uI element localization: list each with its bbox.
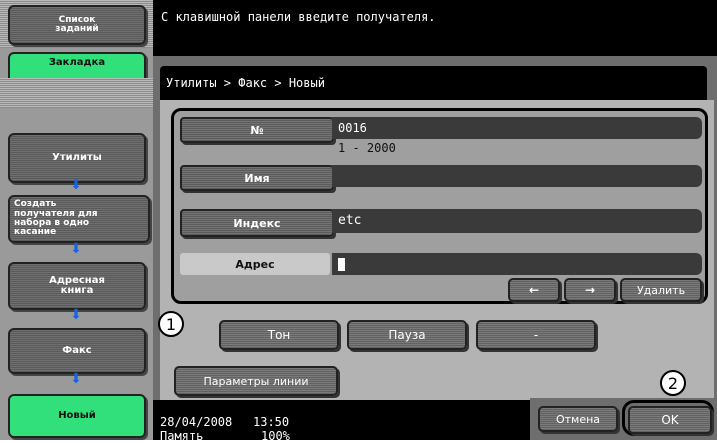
right-arrow-icon: →	[584, 283, 596, 297]
delete-label: Удалить	[636, 283, 686, 297]
tone-label: Тон	[267, 328, 291, 342]
pause-label: Пауза	[388, 328, 426, 342]
cursor-left-button[interactable]: ←	[508, 278, 560, 302]
sidebar-item-label: Адресная книга	[49, 274, 105, 296]
sidebar-item-address-book[interactable]: Адресная книга	[8, 262, 146, 310]
ok-label: OK	[661, 413, 679, 427]
memory-value: 100%	[261, 429, 290, 443]
callout-2-label: 2	[667, 373, 679, 393]
number-value: 0016	[338, 121, 367, 135]
index-label: Индекс	[233, 216, 281, 230]
name-field[interactable]	[332, 165, 702, 187]
line-settings-label: Параметры линии	[203, 374, 309, 388]
number-field: 0016	[332, 117, 702, 139]
pause-button[interactable]: Пауза	[347, 320, 467, 350]
time-text: 13:50	[253, 415, 290, 429]
bookmark-label: Закладка	[48, 57, 106, 68]
job-list-label: Список заданий	[55, 14, 99, 34]
cancel-label: Отмена	[555, 412, 601, 426]
sidebar-item-utilities[interactable]: Утилиты	[8, 133, 146, 183]
dash-label: -	[533, 328, 539, 342]
entry-form: № 0016 1 - 2000 Имя Индекс etc Адрес ← →…	[171, 108, 708, 304]
job-list-button[interactable]: Список заданий	[8, 5, 146, 45]
cursor-right-button[interactable]: →	[564, 278, 616, 302]
down-arrow-icon: ⬇	[70, 177, 82, 193]
index-value: etc	[338, 213, 362, 228]
delete-button[interactable]: Удалить	[620, 278, 702, 302]
address-label: Адрес	[235, 257, 275, 271]
sidebar-item-label: Создать получателя для набора в одно кас…	[14, 199, 98, 238]
tone-button[interactable]: Тон	[219, 320, 339, 350]
left-separator	[0, 78, 153, 108]
callout-1: 1	[158, 311, 184, 337]
dash-button[interactable]: -	[476, 320, 596, 350]
number-range: 1 - 2000	[338, 141, 396, 155]
number-button[interactable]: №	[180, 117, 334, 143]
down-arrow-icon: ⬇	[70, 371, 82, 387]
sidebar-item-label: Утилиты	[52, 151, 102, 163]
down-arrow-icon: ⬇	[70, 241, 82, 257]
name-button[interactable]: Имя	[180, 165, 334, 191]
number-label: №	[250, 123, 264, 137]
breadcrumb: Утилиты > Факс > Новый	[160, 66, 707, 100]
callout-2: 2	[660, 370, 686, 396]
callout-1-label: 1	[165, 314, 177, 334]
instruction-text: С клавишной панели введите получателя.	[161, 10, 436, 24]
date-text: 28/04/2008	[160, 415, 233, 429]
sidebar-item-fax[interactable]: Факс	[8, 328, 146, 374]
address-field[interactable]	[332, 253, 702, 275]
sidebar-item-label: Новый	[58, 409, 96, 421]
sidebar-item-label: Факс	[62, 344, 92, 356]
memory-label: Память	[160, 429, 204, 443]
down-arrow-icon: ⬇	[70, 307, 82, 323]
cancel-button[interactable]: Отмена	[538, 406, 618, 432]
message-bar: С клавишной панели введите получателя.	[153, 0, 717, 56]
left-panel: Список заданий Закладка Утилиты ⬇ Создат…	[0, 0, 153, 440]
index-field[interactable]: etc	[332, 209, 702, 233]
breadcrumb-text: Утилиты > Факс > Новый	[166, 76, 325, 90]
line-settings-button[interactable]: Параметры линии	[174, 366, 338, 396]
ok-button[interactable]: OK	[628, 406, 712, 434]
address-label-box: Адрес	[180, 253, 330, 275]
sidebar-item-create-recipient[interactable]: Создать получателя для набора в одно кас…	[8, 195, 150, 243]
name-label: Имя	[244, 171, 270, 185]
left-arrow-icon: ←	[528, 283, 540, 297]
text-cursor-icon	[338, 258, 345, 271]
index-button[interactable]: Индекс	[180, 209, 334, 237]
sidebar-item-new[interactable]: Новый	[8, 394, 146, 438]
